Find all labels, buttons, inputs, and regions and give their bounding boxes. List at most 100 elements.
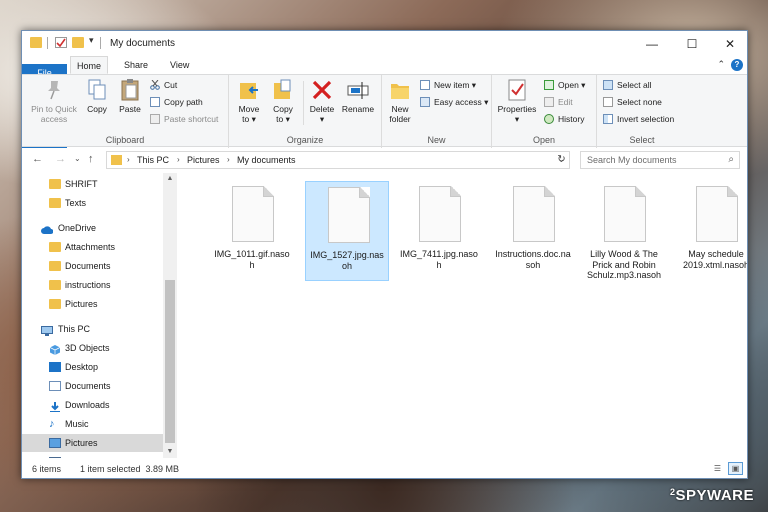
file-item[interactable]: IMG_7411.jpg.nasoh xyxy=(397,181,481,281)
rename-button[interactable]: Rename xyxy=(339,78,377,114)
new-item-button[interactable]: New item ▾ xyxy=(418,78,476,92)
open-group-label: Open xyxy=(532,135,556,145)
address-bar[interactable]: › This PC › Pictures › My documents ⌄ xyxy=(106,151,570,169)
properties-button[interactable]: Properties ▾ xyxy=(494,78,540,124)
nav-item-attachments[interactable]: Attachments xyxy=(22,238,163,256)
blank-file-icon xyxy=(232,186,274,242)
details-view-icon[interactable]: ☰ xyxy=(710,462,725,475)
rename-label: Rename xyxy=(341,104,375,114)
nav-item-label: This PC xyxy=(58,324,91,334)
paste-button[interactable]: Paste xyxy=(114,78,146,114)
properties-check-icon[interactable] xyxy=(55,37,67,48)
new-folder-icon[interactable] xyxy=(72,37,84,48)
edit-label: Edit xyxy=(558,97,573,107)
select-none-label: Select none xyxy=(617,97,662,107)
nav-item-documents[interactable]: Documents xyxy=(22,377,163,395)
ribbon-tabs: File Home Share View ⌃ ? xyxy=(22,56,747,164)
file-explorer-window: ▾ My documents — ☐ ✕ File Home Share Vie… xyxy=(21,30,748,479)
nav-item-onedrive[interactable]: OneDrive xyxy=(22,219,163,237)
nav-item-texts[interactable]: Texts xyxy=(22,194,163,212)
pin-quick-access-button[interactable]: Pin to Quick access xyxy=(26,78,82,124)
nav-item-3d-objects[interactable]: 3D Objects xyxy=(22,339,163,357)
scroll-up-icon[interactable]: ▲ xyxy=(163,173,177,185)
history-button[interactable]: History xyxy=(542,112,584,126)
nav-item-downloads[interactable]: Downloads xyxy=(22,396,163,414)
nav-item-instructions[interactable]: instructions xyxy=(22,276,163,294)
file-item[interactable]: IMG_1011.gif.nasoh xyxy=(210,181,294,281)
select-none-icon xyxy=(603,97,613,107)
search-input[interactable] xyxy=(581,152,721,168)
nav-item-label: Downloads xyxy=(65,400,110,410)
cut-label: Cut xyxy=(164,80,178,90)
select-none-button[interactable]: Select none xyxy=(601,95,662,109)
properties-label-line1: Properties xyxy=(497,104,537,114)
refresh-icon[interactable]: ↻ xyxy=(554,151,570,169)
close-button[interactable]: ✕ xyxy=(710,31,747,56)
copy-path-button[interactable]: Copy path xyxy=(148,95,203,109)
select-all-button[interactable]: Select all xyxy=(601,78,652,92)
organize-separator xyxy=(303,81,304,125)
folder-icon xyxy=(49,242,61,252)
help-icon[interactable]: ? xyxy=(731,59,743,71)
up-arrow-icon[interactable]: ↑ xyxy=(88,153,94,165)
copy-to-icon xyxy=(272,78,294,102)
maximize-button[interactable]: ☐ xyxy=(672,31,712,56)
nav-scroll-thumb[interactable] xyxy=(165,280,175,443)
nav-scrollbar[interactable]: ▲ ▼ xyxy=(163,173,177,458)
paste-label: Paste xyxy=(119,104,141,114)
file-name: Lilly Wood & The Prick and Robin Schulz.… xyxy=(586,249,662,280)
recent-locations-icon[interactable]: ⌄ xyxy=(74,154,81,163)
nav-item-this-pc[interactable]: This PC xyxy=(22,320,163,338)
collapse-ribbon-icon[interactable]: ⌃ xyxy=(717,59,725,70)
delete-label-line1: Delete xyxy=(309,104,335,114)
nav-item-music[interactable]: ♪ Music xyxy=(22,415,163,433)
file-item[interactable]: Lilly Wood & The Prick and Robin Schulz.… xyxy=(582,181,666,301)
clipboard-group-label: Clipboard xyxy=(105,135,145,145)
open-group: Properties ▾ Open ▾ Edit History Open xyxy=(492,75,597,148)
nav-item-shrift[interactable]: SHRIFT xyxy=(22,175,163,193)
copy-label: Copy xyxy=(87,104,107,114)
copy-to-button[interactable]: Copy to ▾ xyxy=(267,78,299,124)
cut-button[interactable]: Cut xyxy=(148,78,177,92)
minimize-button[interactable]: — xyxy=(632,31,672,56)
paste-icon xyxy=(119,78,141,102)
blank-file-icon xyxy=(604,186,646,242)
breadcrumb-this-pc[interactable]: This PC xyxy=(137,155,169,165)
nav-item-desktop[interactable]: Desktop xyxy=(22,358,163,376)
window-title: My documents xyxy=(110,38,176,49)
file-item[interactable]: Instructions.doc.nasoh xyxy=(491,181,575,281)
move-to-button[interactable]: Move to ▾ xyxy=(233,78,265,124)
blank-file-icon xyxy=(328,187,370,243)
breadcrumb-my-documents[interactable]: My documents xyxy=(237,155,296,165)
open-icon xyxy=(544,80,554,90)
desktop-icon xyxy=(49,362,61,372)
scroll-down-icon[interactable]: ▼ xyxy=(163,446,177,458)
paste-shortcut-button[interactable]: Paste shortcut xyxy=(148,112,218,126)
tab-home[interactable]: Home xyxy=(70,56,109,74)
easy-access-button[interactable]: Easy access ▾ xyxy=(418,95,488,109)
delete-label-line2: ▾ xyxy=(319,114,325,124)
large-icons-view-icon[interactable]: ▣ xyxy=(728,462,743,475)
search-box[interactable]: ⌕ xyxy=(580,151,740,169)
new-folder-button[interactable]: New folder xyxy=(384,78,416,124)
file-item[interactable]: May schedule 2019.xtml.nasoh xyxy=(674,181,747,281)
folder-icon xyxy=(30,37,42,48)
breadcrumb-pictures[interactable]: Pictures xyxy=(187,155,220,165)
copy-button[interactable]: Copy xyxy=(82,78,112,114)
nav-item-pictures[interactable]: Pictures xyxy=(22,434,163,452)
status-bar: 6 items 1 item selected 3.89 MB ☰ ▣ xyxy=(22,458,747,478)
back-arrow-icon[interactable]: ← xyxy=(32,153,43,165)
delete-button[interactable]: Delete ▾ xyxy=(307,78,337,124)
edit-button[interactable]: Edit xyxy=(542,95,573,109)
file-item-selected[interactable]: IMG_1527.jpg.nasoh xyxy=(305,181,389,281)
nav-item-pictures-onedrive[interactable]: Pictures xyxy=(22,295,163,313)
address-row: ← → ⌄ ↑ › This PC › Pictures › My docume… xyxy=(22,148,747,172)
tab-share[interactable]: Share xyxy=(118,56,154,74)
blank-file-icon xyxy=(696,186,738,242)
nav-item-documents-onedrive[interactable]: Documents xyxy=(22,257,163,275)
invert-selection-button[interactable]: Invert selection xyxy=(601,112,674,126)
open-button[interactable]: Open ▾ xyxy=(542,78,585,92)
tab-view[interactable]: View xyxy=(164,56,195,74)
qat-dropdown-icon[interactable]: ▾ xyxy=(89,35,94,46)
forward-arrow-icon[interactable]: → xyxy=(55,153,66,165)
